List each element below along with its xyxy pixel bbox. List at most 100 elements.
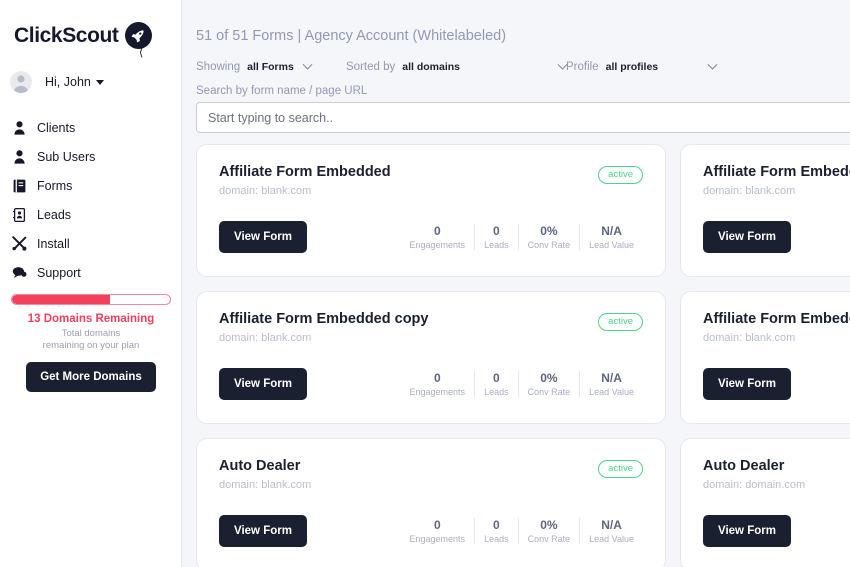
stat-label: Conv Rate [528,240,571,250]
status-badge: active [598,460,643,478]
form-card-footer: View Form0Engagements0Leads0%Conv RateN/… [703,221,850,253]
chevron-down-icon [302,59,312,69]
stat-value: 0% [528,224,571,239]
stat-item: 0%Conv Rate [518,518,580,544]
forms-grid: Affiliate Form Embedded domain: blank.com… [196,144,850,567]
domains-progress-fill [12,295,110,304]
view-form-button[interactable]: View Form [703,368,791,400]
sidebar-item-clients[interactable]: Clients [0,113,181,142]
form-title: Auto Dealer [703,458,850,474]
stat-value: 0 [484,518,509,533]
search-input[interactable] [196,102,850,133]
form-title: Affiliate Form Embedded copy [219,311,643,327]
stat-value: 0% [528,371,571,386]
form-stats: 0Engagements0Leads0%Conv RateN/ALead Val… [401,518,643,544]
sidebar-item-forms[interactable]: Forms [0,171,181,200]
form-card-footer: View Form0Engagements0Leads0%Conv RateN/… [219,515,643,547]
domains-remaining-widget: 13 Domains Remaining Total domains remai… [0,294,182,392]
form-card[interactable]: Auto Dealerdomain: domain.comactiveView … [680,438,850,567]
sidebar-item-label: Sub Users [37,150,95,164]
status-badge: active [598,166,643,184]
form-card-footer: View Form0Engagements0Leads0%Conv RateN/… [703,368,850,400]
search-section: Search by form name / page URL [196,85,850,133]
sidebar-item-leads[interactable]: Leads [0,200,181,229]
form-domain: domain: blank.com [219,185,643,197]
get-more-domains-button[interactable]: Get More Domains [26,362,156,392]
form-card[interactable]: Affiliate Form Embedded copy domain: blan… [196,291,666,424]
form-domain: domain: blank.com [219,332,643,344]
filter-profile-value: all profiles [606,61,659,73]
view-form-button[interactable]: View Form [219,368,307,400]
stat-item: 0Leads [474,518,518,544]
filter-sorted-by-label: Sorted by [346,61,395,73]
stat-value: N/A [589,518,634,533]
form-domain: domain: blank.com [703,185,850,197]
view-form-button[interactable]: View Form [219,515,307,547]
stat-item: 0Leads [474,224,518,250]
filter-profile[interactable]: Profile all profiles [566,61,716,73]
sidebar-item-label: Clients [37,121,75,135]
tools-cross-icon [11,236,28,252]
stat-label: Conv Rate [528,534,571,544]
sidebar-item-label: Forms [37,179,72,193]
stat-value: 0 [484,371,509,386]
form-card[interactable]: Affiliate Form Embedded copydomain: blan… [680,291,850,424]
page-header: 51 of 51 Forms | Agency Account (Whitela… [182,0,850,133]
filter-showing[interactable]: Showing all Forms [196,61,346,73]
domains-subtitle-line2: remaining on your plan [43,340,140,351]
filter-showing-label: Showing [196,61,240,73]
form-stats: 0Engagements0Leads0%Conv RateN/ALead Val… [401,371,643,397]
filter-showing-value: all Forms [247,61,294,73]
view-form-button[interactable]: View Form [703,515,791,547]
stat-label: Leads [484,240,509,250]
form-card[interactable]: Affiliate Form Embedded domain: blank.com… [196,144,666,277]
filter-sorted-by[interactable]: Sorted by all domains [346,61,566,73]
stat-label: Lead Value [589,387,634,397]
chevron-left-icon[interactable]: ⟨ [139,48,143,59]
stat-item: N/ALead Value [579,371,643,397]
page-title: 51 of 51 Forms | Agency Account (Whitela… [196,28,850,44]
status-badge: active [598,313,643,331]
view-form-button[interactable]: View Form [219,221,307,253]
stat-item: 0Engagements [401,518,475,544]
form-card-footer: View Form 0Engagements0Leads0%Conv RateN/… [219,368,643,400]
stat-label: Lead Value [589,534,634,544]
form-card[interactable]: Affiliate Form Embedded domain: blank.com… [680,144,850,277]
stat-label: Engagements [410,534,466,544]
form-card[interactable]: Auto Dealerdomain: blank.comactiveView F… [196,438,666,567]
stat-value: 0 [410,518,466,533]
sidebar: ClickScout ⟨ Hi, John [0,0,182,567]
forms-list-scroll[interactable]: Affiliate Form Embedded domain: blank.com… [182,144,850,567]
brand-name: ClickScout [14,24,119,48]
stat-value: 0% [528,518,571,533]
app-root: ClickScout ⟨ Hi, John [0,0,850,567]
form-title: Affiliate Form Embedded [703,164,850,180]
stat-label: Engagements [410,387,466,397]
chat-bubble-icon [11,265,28,281]
stat-item: N/ALead Value [579,518,643,544]
user-menu[interactable]: Hi, John [0,71,181,93]
stat-value: 0 [410,371,466,386]
user-greeting: Hi, John [45,75,91,89]
person-icon [11,120,28,136]
chevron-down-icon [708,59,718,69]
address-book-icon [11,207,28,223]
main-content: 51 of 51 Forms | Agency Account (Whitela… [182,0,850,567]
stat-item: 0%Conv Rate [518,224,580,250]
user-avatar-icon [10,71,32,93]
stat-value: 0 [410,224,466,239]
form-title: Affiliate Form Embedded [219,164,643,180]
caret-down-icon [96,80,104,85]
person-icon [11,149,28,165]
sidebar-item-sub-users[interactable]: Sub Users [0,142,181,171]
view-form-button[interactable]: View Form [703,221,791,253]
stat-label: Lead Value [589,240,634,250]
form-title: Auto Dealer [219,458,643,474]
sidebar-item-install[interactable]: Install [0,229,181,258]
stat-item: N/ALead Value [579,224,643,250]
form-domain: domain: domain.com [703,479,850,491]
sidebar-item-label: Install [37,237,70,251]
stat-item: 0%Conv Rate [518,371,580,397]
brand-logo[interactable]: ClickScout [0,0,181,49]
sidebar-item-support[interactable]: Support [0,258,181,287]
